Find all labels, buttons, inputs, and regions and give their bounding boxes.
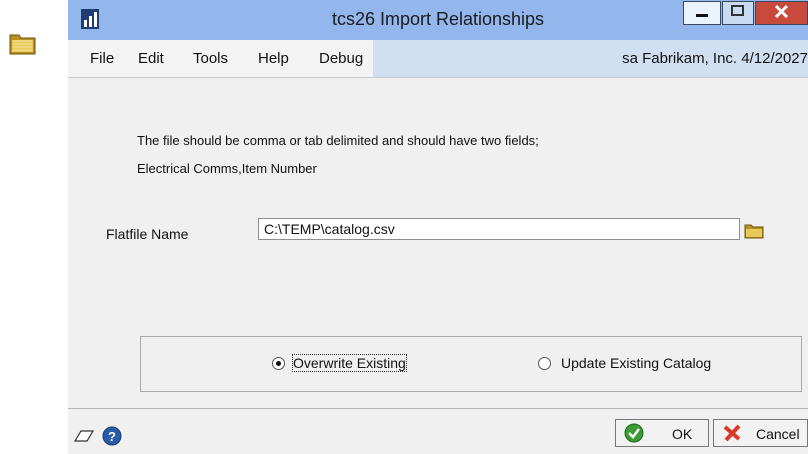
maximize-button[interactable] [722, 1, 754, 25]
update-existing-catalog-label[interactable]: Update Existing Catalog [561, 355, 711, 371]
note-icon[interactable] [73, 428, 95, 444]
status-separator [68, 408, 808, 409]
session-info: sa Fabrikam, Inc. 4/12/2027 [622, 50, 808, 67]
browse-folder-icon[interactable] [744, 222, 764, 239]
menu-tools[interactable]: Tools [193, 50, 228, 67]
ok-button[interactable]: OK [615, 419, 709, 447]
cancel-button[interactable]: Cancel [713, 419, 808, 447]
overwrite-existing-label[interactable]: Overwrite Existing [292, 354, 407, 372]
app-icon[interactable] [80, 8, 100, 30]
flatfile-name-label: Flatfile Name [106, 226, 189, 242]
ok-check-icon [624, 423, 644, 443]
maximize-icon [731, 5, 744, 16]
close-button[interactable] [755, 1, 808, 25]
session-info-bar: sa Fabrikam, Inc. 4/12/2027 [373, 40, 808, 77]
menu-help[interactable]: Help [258, 50, 289, 67]
help-icon[interactable]: ? [102, 426, 122, 446]
import-relationships-window: tcs26 Import Relationships File Edit Too… [68, 0, 808, 454]
title-bar: tcs26 Import Relationships [68, 0, 808, 40]
desktop-folder-icon[interactable] [9, 30, 36, 55]
menu-file[interactable]: File [90, 50, 114, 67]
window-title: tcs26 Import Relationships [331, 9, 545, 29]
menu-list: File Edit Tools Help Debug [68, 40, 373, 77]
flatfile-name-input[interactable]: C:\TEMP\catalog.csv [258, 218, 740, 240]
menu-bar: File Edit Tools Help Debug sa Fabrikam, … [68, 40, 808, 77]
svg-text:?: ? [108, 429, 116, 444]
menu-separator [68, 77, 808, 78]
instruction-line-2: Electrical Comms,Item Number [137, 161, 317, 176]
update-existing-catalog-radio[interactable] [538, 357, 551, 370]
close-icon [774, 4, 789, 19]
minimize-button[interactable] [683, 1, 721, 25]
ok-button-label: OK [672, 426, 693, 442]
instruction-line-1: The file should be comma or tab delimite… [137, 133, 539, 148]
menu-edit[interactable]: Edit [138, 50, 164, 67]
overwrite-existing-radio[interactable] [272, 357, 285, 370]
flatfile-name-value: C:\TEMP\catalog.csv [264, 221, 395, 237]
menu-debug[interactable]: Debug [319, 50, 363, 67]
radio-selected-dot [276, 361, 281, 366]
cancel-x-icon [723, 424, 741, 442]
cancel-button-label: Cancel [756, 426, 800, 442]
minimize-icon [696, 14, 708, 17]
import-mode-group: Overwrite Existing Update Existing Catal… [140, 336, 802, 392]
